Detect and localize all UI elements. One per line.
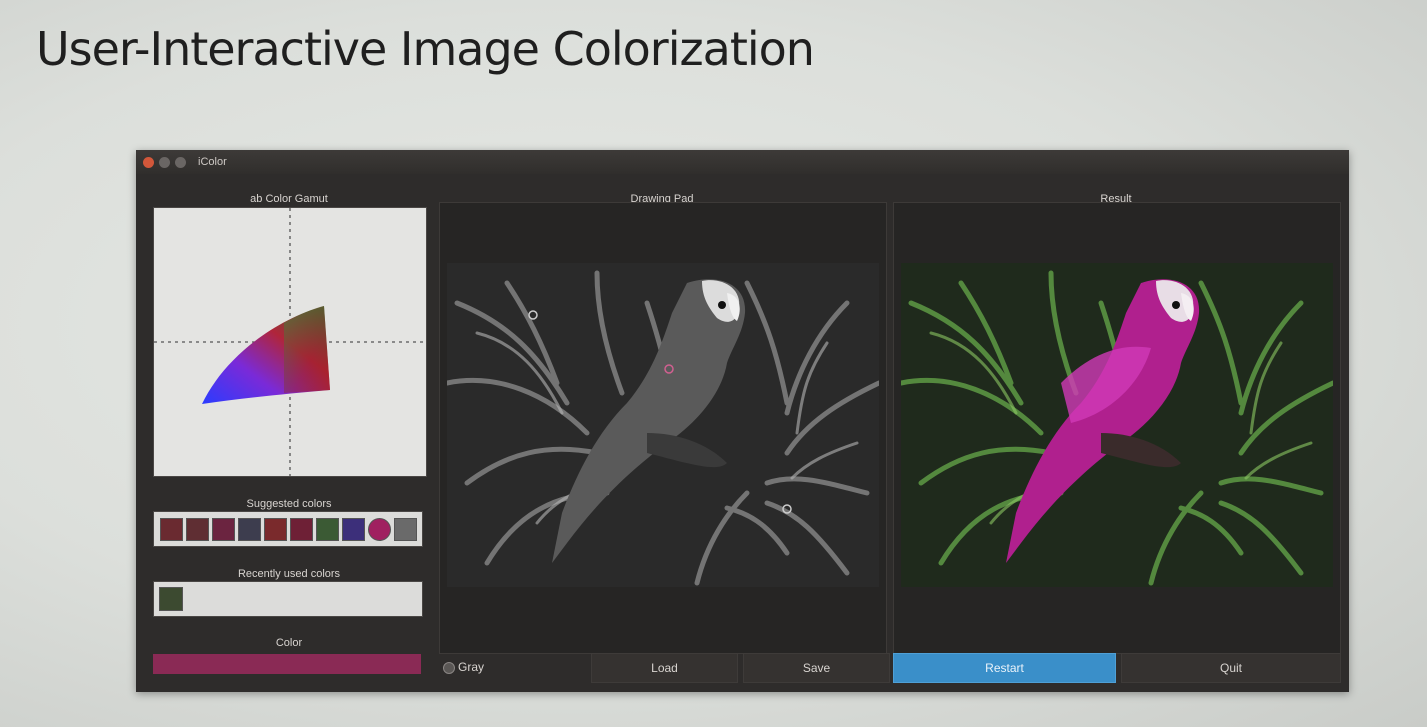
recent-color-1[interactable] bbox=[159, 587, 183, 611]
slide-title: User-Interactive Image Colorization bbox=[36, 22, 815, 76]
suggested-color-2[interactable] bbox=[186, 518, 209, 541]
quit-button[interactable]: Quit bbox=[1121, 653, 1341, 683]
window-maximize-button[interactable] bbox=[175, 157, 186, 168]
suggested-colors-label: Suggested colors bbox=[246, 498, 332, 510]
window-titlebar: iColor bbox=[136, 150, 1349, 174]
icolor-window: iColor ab Color Gamut Suggested colors R… bbox=[136, 150, 1349, 692]
suggested-color-5[interactable] bbox=[264, 518, 287, 541]
gamut-plot[interactable] bbox=[154, 208, 426, 476]
window-minimize-button[interactable] bbox=[159, 157, 170, 168]
restart-button[interactable]: Restart bbox=[893, 653, 1116, 683]
gamut-label: ab Color Gamut bbox=[250, 193, 328, 205]
suggested-color-7[interactable] bbox=[316, 518, 339, 541]
drawing-pad-canvas[interactable] bbox=[447, 263, 879, 587]
load-button[interactable]: Load bbox=[591, 653, 738, 683]
suggested-color-9[interactable] bbox=[368, 518, 391, 541]
suggested-color-1[interactable] bbox=[160, 518, 183, 541]
suggested-color-6[interactable] bbox=[290, 518, 313, 541]
ab-color-gamut[interactable] bbox=[153, 207, 427, 477]
suggested-color-4[interactable] bbox=[238, 518, 261, 541]
result-panel bbox=[893, 202, 1341, 654]
gray-parrot-image[interactable] bbox=[447, 263, 879, 587]
result-canvas bbox=[901, 263, 1333, 587]
drawing-pad bbox=[439, 202, 887, 654]
window-close-button[interactable] bbox=[143, 157, 154, 168]
gray-checkbox[interactable] bbox=[443, 662, 455, 674]
recently-used-colors-row bbox=[153, 581, 423, 617]
window-title: iColor bbox=[198, 156, 227, 168]
recently-used-label: Recently used colors bbox=[237, 568, 341, 580]
color-label: Color bbox=[275, 637, 303, 649]
colorized-parrot-image bbox=[901, 263, 1333, 587]
current-color-bar bbox=[153, 654, 421, 674]
suggested-color-8[interactable] bbox=[342, 518, 365, 541]
suggested-color-10[interactable] bbox=[394, 518, 417, 541]
gray-checkbox-label[interactable]: Gray bbox=[458, 660, 484, 674]
suggested-color-3[interactable] bbox=[212, 518, 235, 541]
suggested-colors-row bbox=[153, 511, 423, 547]
save-button[interactable]: Save bbox=[743, 653, 890, 683]
